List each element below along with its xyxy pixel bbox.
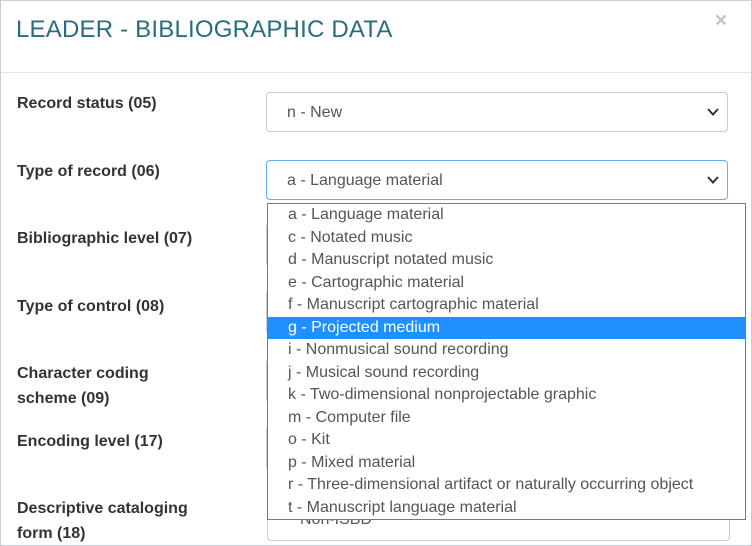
option-p-mixed-material[interactable]: p - Mixed material xyxy=(268,452,745,475)
descriptive-cataloging-form-label-line1: Descriptive cataloging xyxy=(17,500,188,517)
character-coding-scheme-label: Character coding scheme (09) xyxy=(17,361,247,411)
option-e-cartographic-material[interactable]: e - Cartographic material xyxy=(268,272,745,295)
type-of-record-select[interactable]: a - Language material xyxy=(266,160,728,200)
option-f-manuscript-cartographic-material[interactable]: f - Manuscript cartographic material xyxy=(268,294,745,317)
descriptive-cataloging-form-label: Descriptive cataloging form (18) xyxy=(17,496,247,545)
type-of-record-dropdown-list: a - Language material c - Notated music … xyxy=(267,203,746,520)
record-status-label: Record status (05) xyxy=(17,95,157,112)
option-a-language-material[interactable]: a - Language material xyxy=(268,204,745,227)
type-of-record-label: Type of record (06) xyxy=(17,163,160,180)
record-status-value: n - New xyxy=(287,104,343,121)
record-status-select[interactable]: n - New xyxy=(266,92,728,132)
character-coding-scheme-label-line1: Character coding xyxy=(17,365,149,382)
type-of-control-label: Type of control (08) xyxy=(17,298,165,315)
option-i-nonmusical-sound-recording[interactable]: i - Nonmusical sound recording xyxy=(268,339,745,362)
option-o-kit[interactable]: o - Kit xyxy=(268,429,745,452)
option-c-notated-music[interactable]: c - Notated music xyxy=(268,227,745,250)
option-g-projected-medium[interactable]: g - Projected medium xyxy=(268,316,745,339)
option-k-two-dimensional-nonprojectable-graphic[interactable]: k - Two-dimensional nonprojectable graph… xyxy=(268,384,745,407)
leader-dialog: LEADER - BIBLIOGRAPHIC DATA × Record sta… xyxy=(0,0,752,546)
bibliographic-level-label: Bibliographic level (07) xyxy=(17,230,193,247)
option-r-three-dimensional-artifact[interactable]: r - Three-dimensional artifact or natura… xyxy=(268,474,745,497)
type-of-record-value: a - Language material xyxy=(287,172,443,189)
option-t-manuscript-language-material[interactable]: t - Manuscript language material xyxy=(268,497,745,520)
option-d-manuscript-notated-music[interactable]: d - Manuscript notated music xyxy=(268,249,745,272)
descriptive-cataloging-form-value: Non-ISBD xyxy=(300,520,372,529)
close-icon[interactable]: × xyxy=(711,9,731,35)
descriptive-cataloging-form-label-line2: form (18) xyxy=(17,525,86,542)
chevron-down-icon xyxy=(707,108,719,116)
character-coding-scheme-label-line2: scheme (09) xyxy=(17,390,110,407)
option-m-computer-file[interactable]: m - Computer file xyxy=(268,407,745,430)
option-j-musical-sound-recording[interactable]: j - Musical sound recording xyxy=(268,362,745,385)
encoding-level-label: Encoding level (17) xyxy=(17,433,163,450)
dialog-title: LEADER - BIBLIOGRAPHIC DATA xyxy=(16,16,393,43)
dialog-header: LEADER - BIBLIOGRAPHIC DATA × xyxy=(1,1,751,73)
descriptive-cataloging-form-select[interactable]: Non-ISBD xyxy=(267,520,730,541)
chevron-down-icon xyxy=(707,176,719,184)
